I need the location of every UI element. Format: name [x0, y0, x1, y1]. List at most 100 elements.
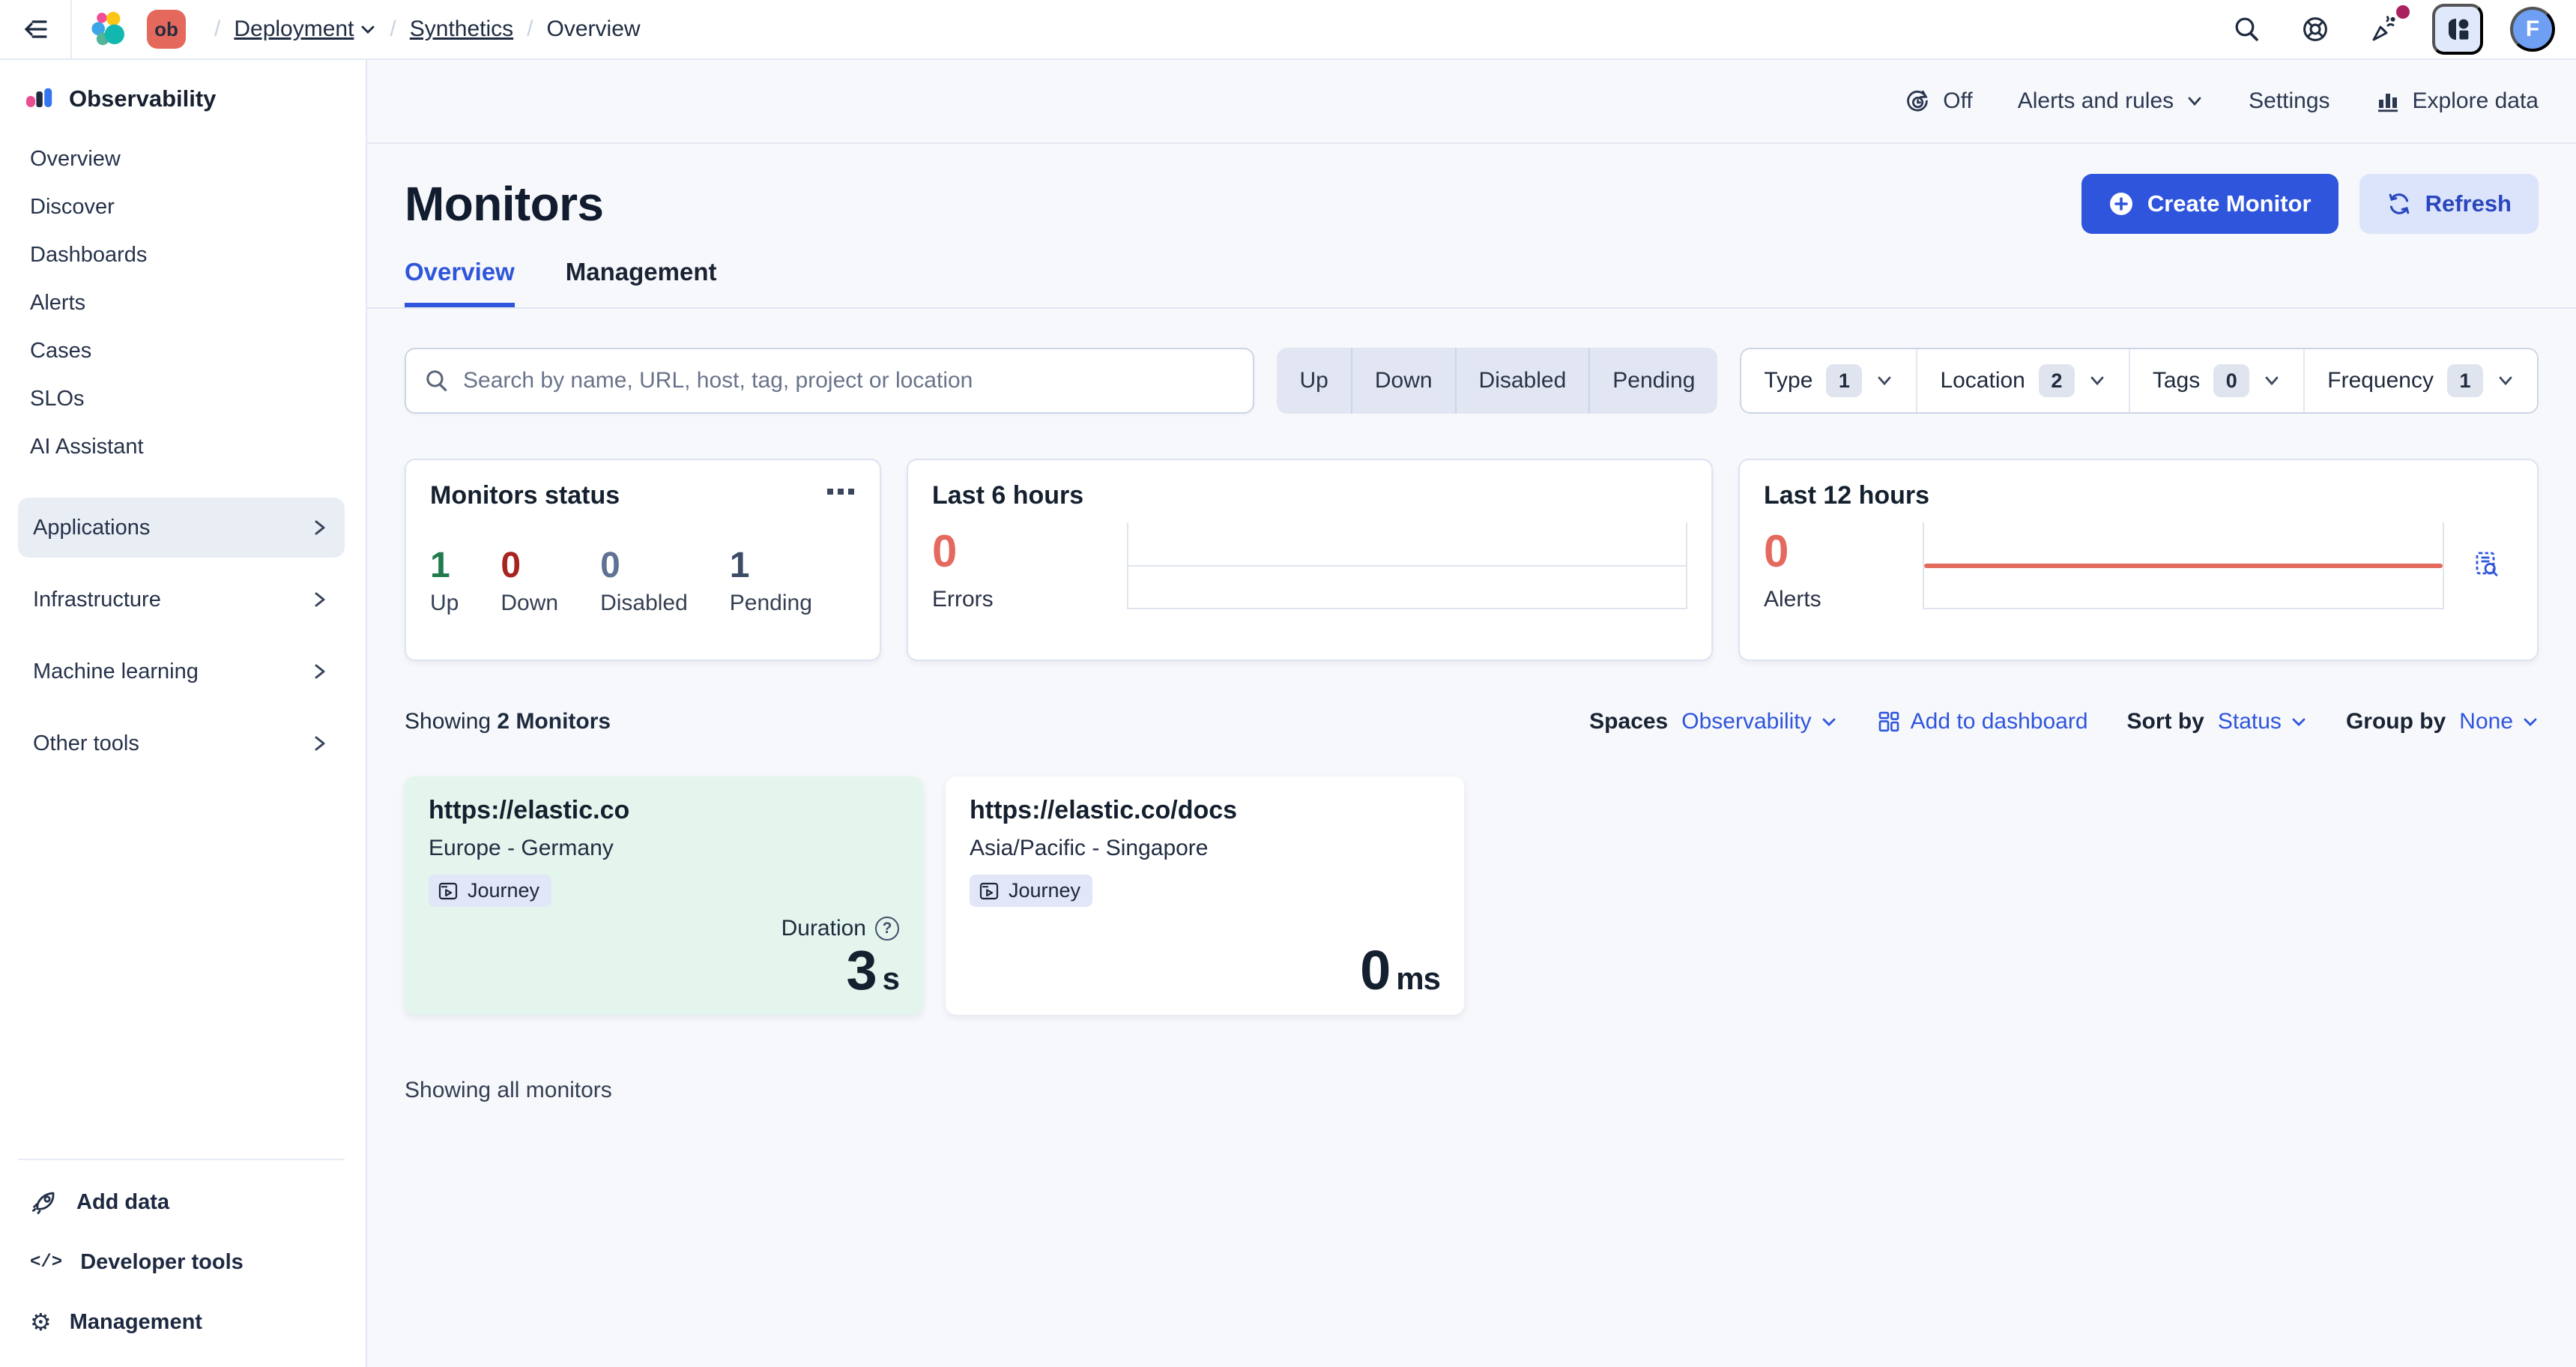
sidebar-item-ai-assistant[interactable]: AI Assistant — [18, 423, 345, 471]
breadcrumb-synthetics[interactable]: Synthetics — [410, 16, 513, 42]
stat-disabled-label: Disabled — [600, 591, 688, 616]
chevron-right-icon — [309, 517, 330, 538]
monitor-card-elastic-co[interactable]: https://elastic.co Europe - Germany Jour… — [405, 776, 923, 1015]
sidebar-group-infrastructure[interactable]: Infrastructure — [18, 570, 345, 630]
settings-link[interactable]: Settings — [2249, 88, 2329, 114]
menu-left-icon — [21, 15, 49, 43]
search-icon — [424, 368, 450, 393]
sidebar-item-alerts[interactable]: Alerts — [18, 279, 345, 327]
chevron-down-icon — [2291, 713, 2307, 730]
panel-options-icon[interactable] — [823, 484, 859, 499]
monitors-status-panel: Monitors status 1 Up 0 Down — [405, 459, 881, 661]
collapse-sidebar-button[interactable] — [15, 9, 55, 49]
errors-summary: 0 Errors — [932, 528, 1127, 612]
sidebar-item-cases[interactable]: Cases — [18, 327, 345, 375]
party-popper-icon — [2369, 14, 2399, 44]
sidebar-item-dashboards[interactable]: Dashboards — [18, 231, 345, 279]
status-stats: 1 Up 0 Down 0 Disabled — [430, 546, 856, 616]
sidebar: Observability Overview Discover Dashboar… — [0, 60, 367, 1367]
monitor-card-elastic-co-docs[interactable]: https://elastic.co/docs Asia/Pacific - S… — [946, 776, 1464, 1015]
stat-disabled-value: 0 — [600, 546, 688, 586]
spaces-dropdown[interactable]: Observability — [1681, 709, 1836, 734]
filter-disabled-button[interactable]: Disabled — [1457, 348, 1591, 414]
chevron-down-icon — [2186, 92, 2204, 110]
search-input[interactable] — [463, 368, 1235, 393]
elastic-logo[interactable] — [90, 10, 129, 49]
filter-down-button[interactable]: Down — [1352, 348, 1457, 414]
inspect-wrap — [2444, 543, 2513, 612]
filter-location-dropdown[interactable]: Location 2 — [1917, 349, 2129, 412]
last-12-hours-panel: Last 12 hours 0 Alerts — [1738, 459, 2539, 661]
panel-title: Last 12 hours — [1764, 481, 2513, 510]
type-count-badge: 1 — [1826, 364, 1862, 397]
question-in-circle-icon[interactable]: ? — [875, 917, 899, 941]
filter-frequency-dropdown[interactable]: Frequency 1 — [2305, 349, 2537, 412]
topbar-actions: F — [2227, 4, 2555, 55]
alerts-and-rules-menu[interactable]: Alerts and rules — [2018, 88, 2204, 114]
stat-pending-value: 1 — [730, 546, 812, 586]
panel-title: Last 6 hours — [932, 481, 1687, 510]
filter-type-dropdown[interactable]: Type 1 — [1741, 349, 1917, 412]
user-avatar[interactable]: F — [2510, 7, 2555, 52]
chevron-down-icon — [1875, 372, 1893, 390]
journey-badge: Journey — [429, 875, 551, 907]
sidebar-group-other-tools[interactable]: Other tools — [18, 713, 345, 773]
tab-management[interactable]: Management — [566, 258, 717, 307]
group-control: Group by None — [2346, 709, 2539, 734]
chevron-down-icon — [2522, 713, 2539, 730]
sidebar-item-developer-tools[interactable]: </> Developer tools — [18, 1232, 345, 1292]
search-icon — [2233, 15, 2261, 43]
stat-up-label: Up — [430, 591, 459, 616]
page-content: Monitors Create Monitor Refr — [367, 144, 2576, 1367]
stat-disabled: 0 Disabled — [600, 546, 688, 616]
sidebar-item-add-data[interactable]: Add data — [18, 1172, 345, 1232]
sort-by-dropdown[interactable]: Status — [2218, 709, 2307, 734]
overview-panels: Monitors status 1 Up 0 Down — [405, 459, 2539, 661]
create-monitor-button[interactable]: Create Monitor — [2081, 174, 2338, 234]
title-row: Monitors Create Monitor Refr — [405, 174, 2539, 234]
search-button[interactable] — [2227, 9, 2267, 49]
inspect-data-button[interactable] — [2465, 543, 2507, 585]
alerts-value: 0 — [1764, 528, 1923, 575]
solution-title: Observability — [69, 85, 216, 112]
auto-refresh-toggle[interactable]: Off — [1904, 88, 1972, 115]
page-subheader: Off Alerts and rules Settings Explore da… — [367, 60, 2576, 144]
sidebar-item-slos[interactable]: SLOs — [18, 375, 345, 423]
sidebar-group-machine-learning[interactable]: Machine learning — [18, 642, 345, 701]
tags-count-badge: 0 — [2213, 364, 2249, 397]
project-badge[interactable]: ob — [147, 10, 186, 49]
browser-journey-icon — [438, 881, 459, 902]
filter-pending-button[interactable]: Pending — [1590, 348, 1717, 414]
chevron-right-icon — [309, 589, 330, 610]
sidebar-header: Observability — [18, 81, 345, 135]
tabs-divider — [367, 307, 2576, 309]
monitor-metric: Duration ? 3s — [781, 916, 899, 1000]
sidebar-item-overview[interactable]: Overview — [18, 135, 345, 183]
breadcrumb-deployment[interactable]: Deployment — [234, 16, 376, 42]
refresh-button[interactable]: Refresh — [2359, 174, 2539, 234]
tab-overview[interactable]: Overview — [405, 258, 515, 307]
add-to-dashboard-link[interactable]: Add to dashboard — [1876, 709, 2088, 734]
monitor-count: 2 Monitors — [497, 709, 611, 734]
group-by-label: Group by — [2346, 709, 2446, 734]
alerts-sparkline-chart — [1923, 522, 2444, 609]
sparkline-gridline — [1128, 565, 1686, 567]
sidebar-item-discover[interactable]: Discover — [18, 183, 345, 231]
journey-badge: Journey — [970, 875, 1092, 907]
whats-new-button[interactable] — [2363, 8, 2405, 50]
group-by-dropdown[interactable]: None — [2459, 709, 2539, 734]
duration-unit: ms — [1396, 961, 1440, 996]
sidebar-item-management[interactable]: ⚙ Management — [18, 1292, 345, 1352]
list-meta-row: Showing 2 Monitors Spaces Observability — [405, 709, 2539, 734]
filter-up-button[interactable]: Up — [1277, 348, 1352, 414]
monitor-url: https://elastic.co — [429, 796, 899, 825]
explore-data-link[interactable]: Explore data — [2375, 88, 2539, 114]
help-button[interactable] — [2294, 8, 2336, 50]
errors-value: 0 — [932, 528, 1127, 575]
chevron-right-icon — [309, 661, 330, 682]
apps-menu-button[interactable] — [2432, 4, 2483, 55]
sidebar-group-applications[interactable]: Applications — [18, 498, 345, 558]
frequency-count-badge: 1 — [2447, 364, 2483, 397]
chevron-down-icon — [2497, 372, 2515, 390]
filter-tags-dropdown[interactable]: Tags 0 — [2130, 349, 2305, 412]
